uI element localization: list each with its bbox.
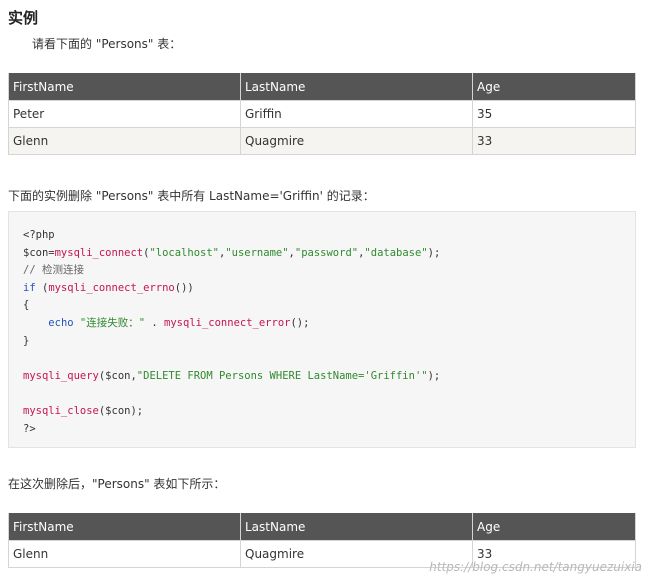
code-line: mysqli_query($con,"DELETE FROM Persons W… (23, 368, 635, 386)
cell-lastname: Quagmire (240, 127, 473, 155)
code-line: } (23, 333, 635, 351)
table-header-row: FirstName LastName Age (8, 73, 636, 101)
header-firstname: FirstName (8, 513, 241, 541)
code-string: "DELETE FROM Persons WHERE LastName='Gri… (136, 369, 428, 382)
code-function: mysqli_connect (54, 246, 144, 259)
header-lastname: LastName (240, 73, 473, 101)
code-line: <?php (23, 227, 635, 245)
code-token: . (145, 316, 165, 329)
code-function: mysqli_connect_errno (48, 281, 175, 294)
code-line: { (23, 297, 635, 315)
cell-firstname: Glenn (8, 540, 241, 568)
code-token: ($con); (98, 404, 144, 417)
table-header-row: FirstName LastName Age (8, 513, 636, 541)
header-firstname: FirstName (8, 73, 241, 101)
cell-firstname: Peter (8, 100, 241, 128)
code-line: $con=mysqli_connect("localhost","usernam… (23, 245, 635, 263)
cell-lastname: Griffin (240, 100, 473, 128)
code-string: "password" (294, 246, 359, 259)
code-token: ?> (23, 422, 36, 435)
code-line: echo "连接失败：" . mysqli_connect_error(); (23, 315, 635, 333)
cell-firstname: Glenn (8, 127, 241, 155)
table-row: Glenn Quagmire 33 (8, 127, 636, 155)
code-token: ( (35, 281, 49, 294)
header-age: Age (472, 513, 636, 541)
page-title: 实例 (8, 9, 39, 27)
watermark: https://blog.csdn.net/tangyuezuixia (429, 560, 642, 574)
code-token: $con= (23, 246, 55, 259)
code-comment: // 检测连接 (23, 264, 84, 277)
code-line: // 检测连接 (23, 262, 635, 280)
cell-age: 33 (472, 127, 636, 155)
code-string: "连接失败：" (73, 316, 146, 329)
code-token: ()) (174, 281, 194, 294)
table-row: Peter Griffin 35 (8, 100, 636, 128)
code-string: "localhost" (149, 246, 219, 259)
delete-intro-text: 下面的实例删除 "Persons" 表中所有 LastName='Griffin… (8, 189, 375, 203)
code-line: ?> (23, 421, 635, 439)
header-age: Age (472, 73, 636, 101)
code-token: ); (427, 246, 441, 259)
code-keyword: echo (48, 316, 74, 329)
code-token: <?php (23, 229, 55, 241)
code-token: ); (427, 369, 441, 382)
code-token: (); (290, 316, 310, 329)
code-block: <?php $con=mysqli_connect("localhost","us… (8, 211, 636, 448)
code-function: mysqli_close (23, 404, 99, 417)
code-token: } (23, 334, 30, 347)
code-line: if (mysqli_connect_errno()) (23, 280, 635, 298)
code-line: mysqli_close($con); (23, 403, 635, 421)
code-token: ($con, (98, 369, 137, 382)
cell-age: 35 (472, 100, 636, 128)
code-string: "username" (225, 246, 289, 259)
after-delete-text: 在这次删除后，"Persons" 表如下所示： (8, 477, 226, 491)
header-lastname: LastName (240, 513, 473, 541)
code-keyword: if (23, 281, 36, 294)
code-string: "database" (364, 246, 428, 259)
persons-table-before: FirstName LastName Age Peter Griffin 35 … (8, 73, 636, 155)
intro-text: 请看下面的 "Persons" 表： (32, 37, 182, 51)
code-function: mysqli_connect_error (164, 316, 291, 329)
code-function: mysqli_query (23, 369, 99, 382)
code-token: { (23, 299, 30, 312)
